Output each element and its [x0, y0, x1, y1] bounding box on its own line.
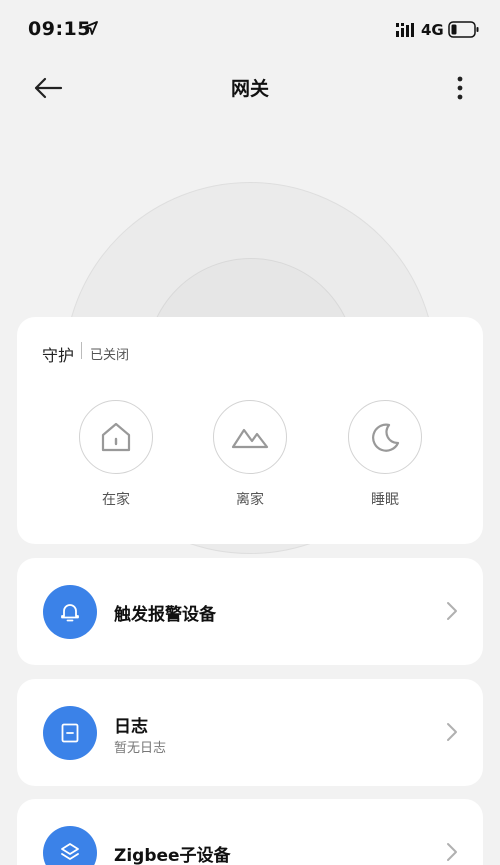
log-icon [61, 723, 79, 743]
divider [81, 342, 82, 359]
guard-card: 守护 已关闭 在家 离家 睡眠 [17, 317, 483, 544]
mountain-icon [231, 428, 269, 449]
guard-title: 守护 [42, 346, 75, 365]
status-bar: 09:15 4G [0, 0, 500, 58]
moon-icon [372, 423, 400, 452]
item-icon-circle [43, 826, 97, 865]
bell-icon [61, 604, 79, 622]
mode-home-label: 在家 [102, 492, 130, 508]
trigger-alarm-devices-item[interactable]: 触发报警设备 [17, 558, 483, 665]
page-title: 网关 [230, 78, 269, 100]
guard-status: 已关闭 [90, 348, 130, 363]
mode-sleep-button[interactable] [348, 400, 422, 474]
mode-sleep[interactable]: 睡眠 [345, 400, 425, 509]
network-type: 4G [421, 21, 444, 39]
more-options-button[interactable] [440, 70, 480, 106]
item-icon-circle [43, 585, 97, 639]
mode-sleep-label: 睡眠 [371, 492, 399, 508]
mode-away[interactable]: 离家 [210, 400, 290, 509]
item-title: 触发报警设备 [114, 605, 216, 625]
mode-home[interactable]: 在家 [76, 400, 156, 509]
mode-away-label: 离家 [236, 492, 264, 508]
item-icon-circle [43, 706, 97, 760]
more-vertical-icon [457, 76, 463, 100]
header: 网关 [0, 58, 500, 120]
chevron-right-icon [447, 602, 457, 620]
item-title: 日志 [114, 717, 148, 737]
layers-icon [61, 843, 79, 860]
item-title: Zigbee子设备 [114, 846, 231, 865]
home-icon [101, 422, 131, 452]
log-item[interactable]: 日志 暂无日志 [17, 679, 483, 786]
zigbee-subdevices-item[interactable]: Zigbee子设备 [17, 799, 483, 865]
mode-home-button[interactable] [79, 400, 153, 474]
status-time: 09:15 [28, 18, 91, 40]
battery-icon [448, 21, 479, 38]
signal-icon [396, 23, 414, 37]
mode-away-button[interactable] [213, 400, 287, 474]
chevron-right-icon [447, 723, 457, 741]
location-arrow-icon [84, 21, 98, 35]
item-subtitle: 暂无日志 [114, 741, 167, 756]
chevron-right-icon [447, 843, 457, 861]
